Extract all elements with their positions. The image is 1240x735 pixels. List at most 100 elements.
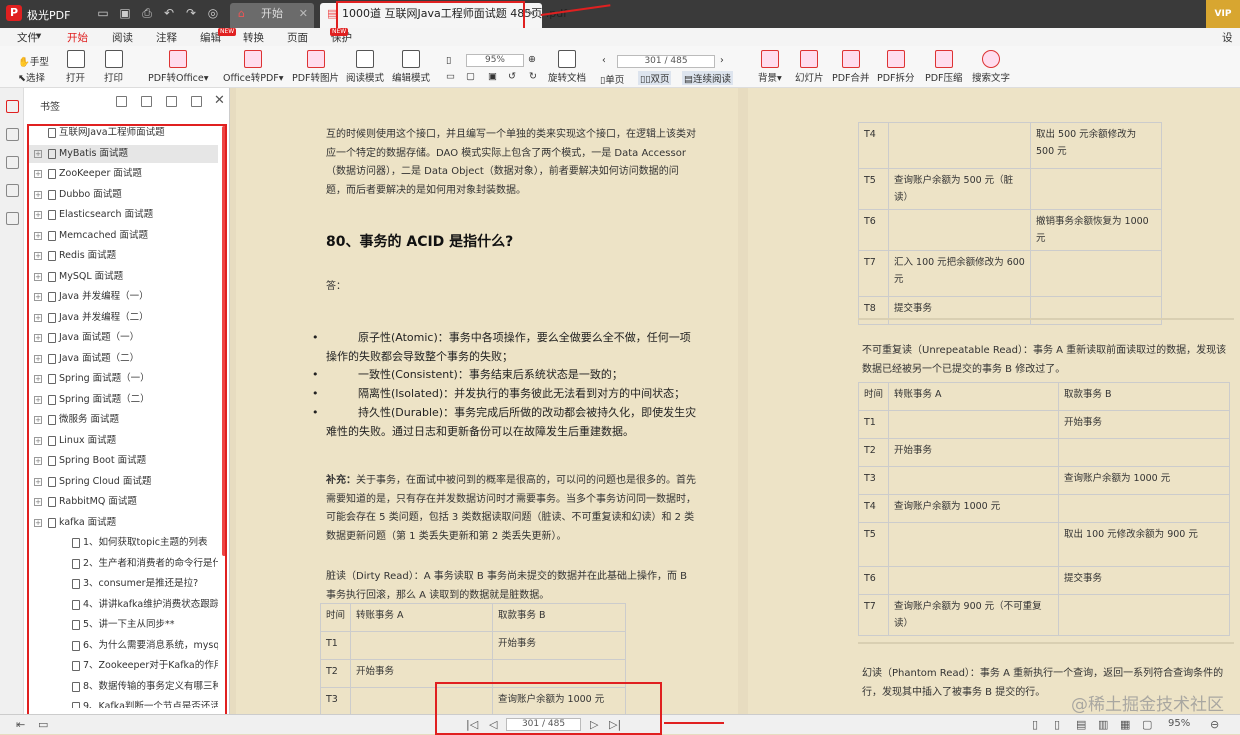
- search-text-button[interactable]: 搜索文字: [972, 50, 1010, 84]
- single-view-icon[interactable]: ▯: [1032, 718, 1038, 731]
- continuous-read-button[interactable]: ▤连续阅读: [682, 71, 733, 85]
- office-to-pdf-button[interactable]: Office转PDF▾: [223, 50, 284, 84]
- table-row: T2 开始事务: [858, 438, 1230, 467]
- table-cell: 时间: [320, 603, 351, 632]
- background-button[interactable]: 背景▾: [758, 50, 782, 84]
- fit-page-icon[interactable]: ▯: [446, 55, 451, 66]
- attachment-icon[interactable]: [6, 184, 19, 197]
- page-number-field[interactable]: 301 / 485: [617, 55, 715, 68]
- single-page-button[interactable]: ▯单页: [600, 72, 624, 86]
- bookmark-panel-icon[interactable]: [6, 100, 19, 113]
- prev-page-icon[interactable]: ‹: [602, 55, 606, 66]
- menu-page[interactable]: 页面: [287, 30, 308, 45]
- collapse-all-icon[interactable]: [141, 96, 152, 107]
- actual-size-icon[interactable]: ▢: [466, 71, 475, 82]
- folder-icon[interactable]: ▭: [96, 6, 110, 20]
- vip-badge[interactable]: VIP: [1206, 0, 1240, 28]
- table-cell: T2: [320, 659, 351, 688]
- pdf-to-image-label: PDF转图片: [292, 73, 340, 84]
- bookmark-panel: 书签 ✕ 互联网Java工程师面试题 + MyBatis 面试题 + ZooKeeper…: [24, 88, 230, 718]
- double-view-icon[interactable]: ▯: [1054, 718, 1060, 731]
- table-row: T1 开始事务: [858, 410, 1230, 439]
- redo-icon[interactable]: ↷: [184, 6, 198, 20]
- table-cell: T1: [858, 410, 889, 439]
- menu-annotate[interactable]: 注释: [156, 30, 177, 45]
- select-tool[interactable]: ⬉选择: [18, 70, 45, 84]
- continuous-view-icon[interactable]: ▤: [1076, 718, 1086, 731]
- table-cell: T4: [858, 122, 889, 169]
- table-cell: [1058, 438, 1230, 467]
- annotation-icon[interactable]: [6, 156, 19, 169]
- read-mode-button[interactable]: 阅读模式: [346, 50, 384, 84]
- zoom-level[interactable]: 95%: [1168, 718, 1190, 729]
- table-cell: T8: [858, 296, 889, 325]
- paragraph: 脏读（Dirty Read）：A 事务读取 B 事务尚未提交的数据并在此基础上操…: [326, 571, 688, 601]
- table-cell: 转账事务 A: [888, 382, 1059, 411]
- fit-view-icon[interactable]: ▢: [1142, 718, 1152, 731]
- data-table: 时间 转账事务 A 取款事务 B T1 开始事务 T2 开始事务 T3 查询账户余额为 1000…: [858, 382, 1230, 636]
- menu-file[interactable]: 文件: [17, 30, 38, 45]
- table-cell: [1030, 168, 1162, 210]
- table-cell: 查询账户余额为 1000 元: [1058, 466, 1230, 495]
- fit-icon[interactable]: ▣: [488, 71, 497, 82]
- table-row: 时间 转账事务 A 取款事务 B: [858, 382, 1230, 411]
- history-icon[interactable]: ◎: [206, 6, 220, 20]
- table-row: T1 开始事务: [320, 631, 626, 660]
- panel-toggle-icon[interactable]: ⇤: [16, 718, 25, 731]
- pdf-to-office-button[interactable]: PDF转Office▾: [148, 50, 209, 84]
- read-mode-label: 阅读模式: [346, 73, 385, 84]
- hand-tool[interactable]: ✋手型: [18, 54, 49, 68]
- zoom-in-icon[interactable]: ⊕: [528, 54, 536, 65]
- book-view-icon[interactable]: ▦: [1120, 718, 1130, 731]
- table-cell: 查询账户余额为 900 元（不可重复读）: [888, 594, 1059, 636]
- paint-bucket-icon: [760, 50, 779, 68]
- pdf-page-right: T4 取出 500 元余额修改为 500 元 T5 查询账户余额为 500 元（脏读）…: [748, 88, 1240, 714]
- fit-width-icon[interactable]: ▭: [446, 71, 455, 82]
- bookmark-icon[interactable]: [191, 96, 202, 107]
- save-icon[interactable]: ▣: [118, 6, 132, 20]
- supplement-label: 补充：: [326, 475, 356, 486]
- sidebar-toggle-icon[interactable]: ▭: [38, 718, 48, 731]
- annotation-arrow: [664, 722, 724, 724]
- edit-mode-button[interactable]: 编辑模式: [392, 50, 430, 84]
- menu-read[interactable]: 阅读: [112, 30, 133, 45]
- tab-home[interactable]: ⌂ 开始 ✕: [230, 3, 314, 28]
- next-page-icon[interactable]: ›: [720, 55, 724, 66]
- table-cell: 开始事务: [492, 631, 626, 660]
- close-icon[interactable]: ✕: [299, 3, 308, 25]
- close-icon[interactable]: ✕: [527, 3, 536, 25]
- table-cell: [888, 209, 1031, 251]
- expand-all-icon[interactable]: [116, 96, 127, 107]
- rotate-left-icon[interactable]: ↺: [508, 71, 516, 82]
- table-cell: T5: [858, 522, 889, 567]
- zoom-select[interactable]: 95%: [466, 54, 524, 67]
- supplement-text: 关于事务，在面试中被问到的概率是很高的，可以问的问题也是很多的。首先需要知道的是…: [326, 475, 696, 542]
- two-page-view-icon[interactable]: ▥: [1098, 718, 1108, 731]
- pdf-to-image-button[interactable]: PDF转图片: [292, 50, 339, 84]
- add-bookmark-icon[interactable]: [166, 96, 177, 107]
- double-page-button[interactable]: ▯▯双页: [638, 71, 672, 85]
- table-cell: 提交事务: [1058, 566, 1230, 595]
- menu-file-arrow[interactable]: ▾: [36, 30, 41, 42]
- table-cell: 取款事务 B: [1058, 382, 1230, 411]
- undo-icon[interactable]: ↶: [162, 6, 176, 20]
- zoom-out-icon[interactable]: ⊖: [1210, 718, 1219, 731]
- rotate-document-button[interactable]: 旋转文档: [548, 50, 586, 84]
- status-bar: ⇤ ▭ |◁ ◁ 301 / 485 ▷ ▷| ▯ ▯ ▤ ▥ ▦ ▢ 95% …: [0, 682, 1240, 735]
- table-row: T4 查询账户余额为 1000 元: [858, 494, 1230, 523]
- rotate-right-icon[interactable]: ↻: [529, 71, 537, 82]
- pdf-compress-button[interactable]: PDF压缩: [925, 50, 963, 84]
- print-icon[interactable]: ⎙: [140, 6, 154, 20]
- printer-icon: [104, 50, 123, 68]
- open-button[interactable]: 打开: [66, 50, 85, 84]
- list-item-text: 原子性(Atomic)：事务中各项操作，要么全做要么全不做，任何一项操作的失败都…: [326, 331, 691, 363]
- thumbnail-icon[interactable]: [6, 128, 19, 141]
- print-button[interactable]: 打印: [104, 50, 123, 84]
- close-icon[interactable]: ✕: [214, 93, 225, 108]
- divider: [858, 318, 1234, 320]
- pdf-split-button[interactable]: PDF拆分: [877, 50, 915, 84]
- slideshow-button[interactable]: 幻灯片: [795, 50, 824, 84]
- menu-convert[interactable]: 转换: [243, 30, 264, 45]
- pdf-merge-button[interactable]: PDF合并: [832, 50, 870, 84]
- text-icon[interactable]: [6, 212, 19, 225]
